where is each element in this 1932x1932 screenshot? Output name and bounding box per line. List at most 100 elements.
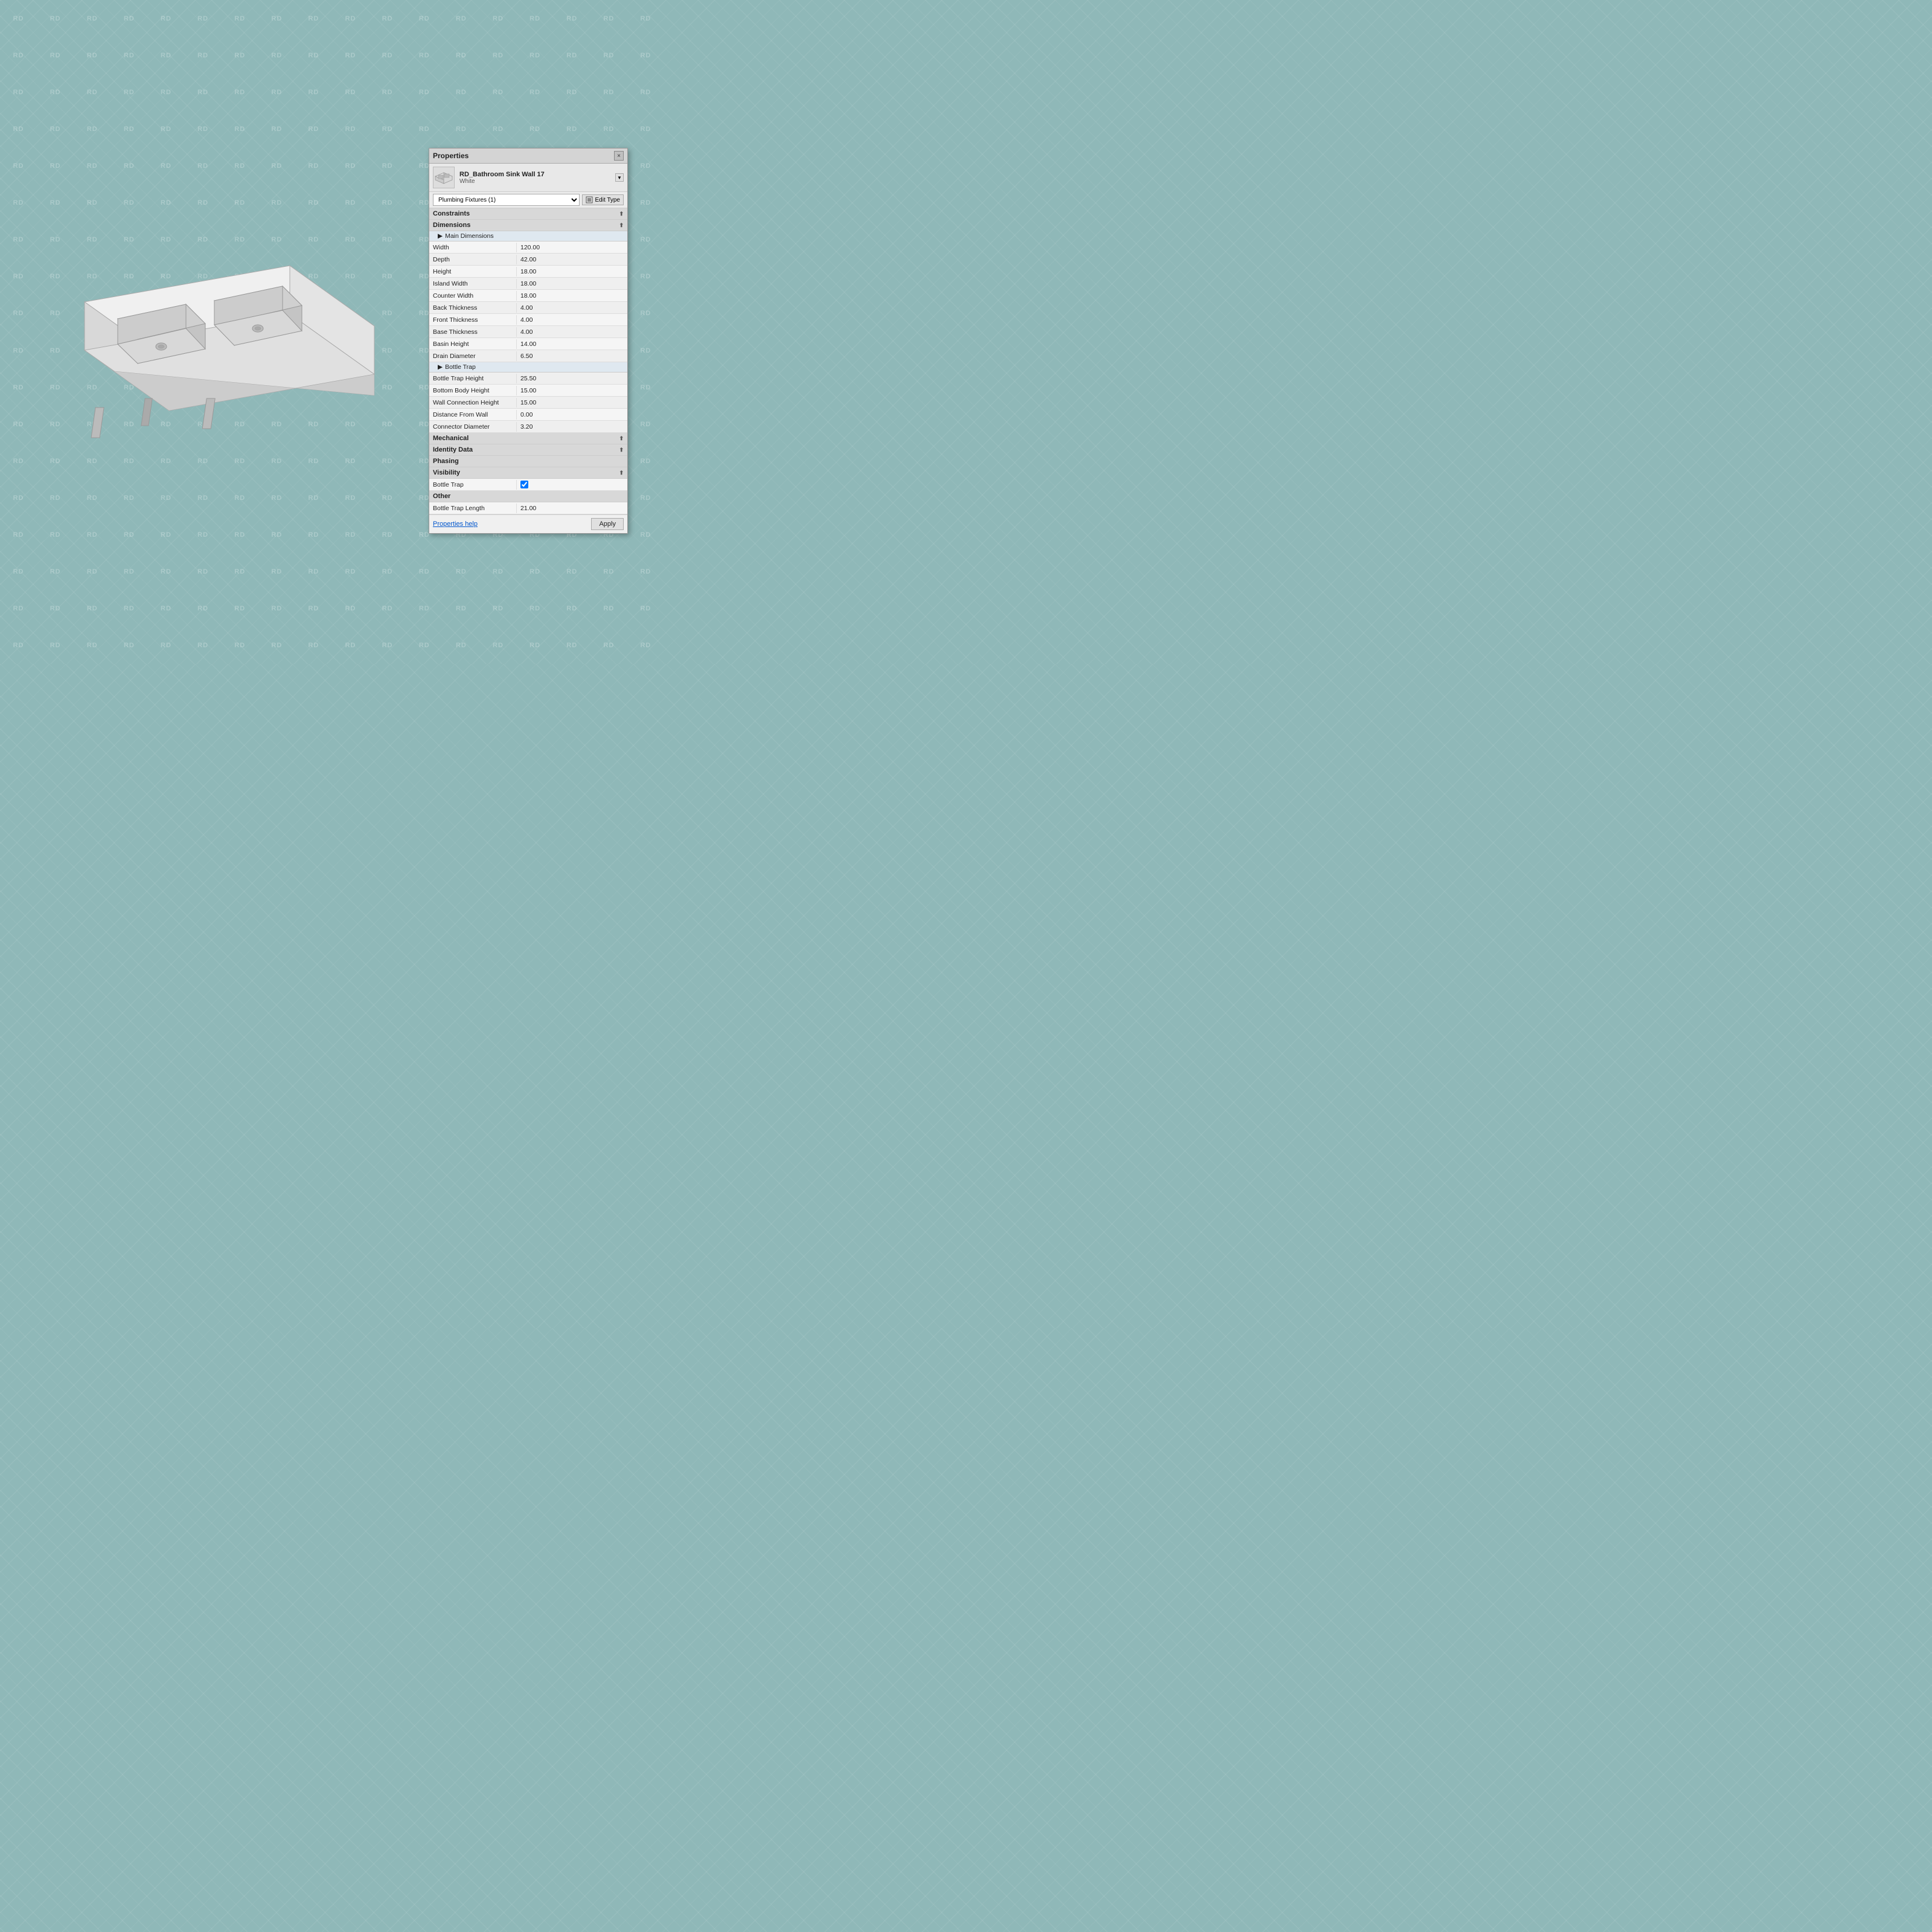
- watermark-cell: RD: [479, 110, 516, 147]
- prop-value-height[interactable]: 18.00: [517, 267, 627, 277]
- watermark-cell: RD: [74, 37, 110, 74]
- prop-value-depth[interactable]: 42.00: [517, 255, 627, 264]
- prop-row-depth: Depth 42.00: [429, 254, 627, 266]
- prop-value-back-thickness[interactable]: 4.00: [517, 303, 627, 313]
- watermark-cell: RD: [554, 554, 590, 590]
- watermark-cell: RD: [0, 185, 37, 222]
- prop-row-front-thickness: Front Thickness 4.00: [429, 314, 627, 326]
- watermark-cell: RD: [222, 554, 258, 590]
- prop-value-island-width[interactable]: 18.00: [517, 279, 627, 289]
- prop-value-bottle-trap-height[interactable]: 25.50: [517, 374, 627, 383]
- section-visibility[interactable]: Visibility ⬆: [429, 467, 627, 479]
- prop-value-base-thickness[interactable]: 4.00: [517, 327, 627, 337]
- properties-help-link[interactable]: Properties help: [433, 520, 478, 528]
- watermark-cell: RD: [406, 37, 443, 74]
- watermark-cell: RD: [406, 0, 443, 37]
- edit-type-button[interactable]: Edit Type: [582, 194, 624, 205]
- section-mechanical[interactable]: Mechanical ⬆: [429, 433, 627, 444]
- watermark-cell: RD: [332, 554, 369, 590]
- prop-value-drain-diameter[interactable]: 6.50: [517, 351, 627, 361]
- watermark-cell: RD: [147, 517, 184, 554]
- watermark-cell: RD: [369, 37, 406, 74]
- prop-row-connector-diameter: Connector Diameter 3.20: [429, 421, 627, 433]
- watermark-cell: RD: [627, 517, 664, 554]
- watermark-cell: RD: [110, 37, 147, 74]
- watermark-cell: RD: [147, 627, 184, 664]
- bottle-trap-group-header[interactable]: ▶ Bottle Trap: [429, 362, 627, 373]
- prop-value-wall-connection-height[interactable]: 15.00: [517, 398, 627, 408]
- bottle-trap-checkbox[interactable]: [520, 481, 528, 488]
- watermark-cell: RD: [258, 110, 295, 147]
- watermark-cell: RD: [110, 627, 147, 664]
- watermark-cell: RD: [295, 37, 332, 74]
- prop-value-basin-height[interactable]: 14.00: [517, 339, 627, 349]
- watermark-cell: RD: [406, 590, 443, 627]
- apply-button[interactable]: Apply: [591, 518, 624, 530]
- visibility-collapse-icon: ⬆: [619, 470, 624, 476]
- watermark-cell: RD: [443, 37, 479, 74]
- watermark-cell: RD: [295, 147, 332, 184]
- watermark-cell: RD: [222, 517, 258, 554]
- sink-illustration: [36, 193, 386, 483]
- prop-row-height: Height 18.00: [429, 266, 627, 278]
- watermark-cell: RD: [147, 554, 184, 590]
- watermark-cell: RD: [590, 74, 627, 110]
- watermark-cell: RD: [369, 110, 406, 147]
- section-phasing[interactable]: Phasing: [429, 456, 627, 467]
- prop-row-wall-connection-height: Wall Connection Height 15.00: [429, 397, 627, 409]
- prop-row-bottle-trap-height: Bottle Trap Height 25.50: [429, 373, 627, 385]
- watermark-cell: RD: [222, 74, 258, 110]
- prop-value-bottom-body-height[interactable]: 15.00: [517, 386, 627, 395]
- watermark-cell: RD: [517, 0, 554, 37]
- watermark-cell: RD: [627, 222, 664, 258]
- prop-value-connector-diameter[interactable]: 3.20: [517, 422, 627, 432]
- watermark-cell: RD: [554, 627, 590, 664]
- watermark-cell: RD: [37, 110, 74, 147]
- panel-item-info: RD_Bathroom Sink Wall 17 White: [459, 171, 610, 185]
- watermark-cell: RD: [37, 0, 74, 37]
- panel-bottom: Properties help Apply: [429, 514, 627, 533]
- prop-row-basin-height: Basin Height 14.00: [429, 338, 627, 350]
- prop-value-distance-from-wall[interactable]: 0.00: [517, 410, 627, 420]
- prop-row-width: Width 120.00: [429, 242, 627, 254]
- watermark-cell: RD: [37, 517, 74, 554]
- section-dimensions[interactable]: Dimensions ⬆: [429, 220, 627, 231]
- prop-label-front-thickness: Front Thickness: [429, 315, 517, 325]
- watermark-cell: RD: [185, 627, 222, 664]
- prop-value-counter-width[interactable]: 18.00: [517, 291, 627, 301]
- prop-value-width[interactable]: 120.00: [517, 243, 627, 252]
- panel-close-button[interactable]: ×: [614, 151, 624, 161]
- section-other[interactable]: Other: [429, 491, 627, 502]
- watermark-cell: RD: [74, 110, 110, 147]
- identity-collapse-icon: ⬆: [619, 447, 624, 453]
- section-identity-data[interactable]: Identity Data ⬆: [429, 444, 627, 456]
- prop-value-bottle-trap-length[interactable]: 21.00: [517, 504, 627, 513]
- watermark-cell: RD: [147, 147, 184, 184]
- panel-dropdown-button[interactable]: ▼: [615, 173, 624, 182]
- watermark-cell: RD: [258, 554, 295, 590]
- watermark-cell: RD: [185, 590, 222, 627]
- watermark-cell: RD: [517, 590, 554, 627]
- watermark-cell: RD: [406, 554, 443, 590]
- section-constraints[interactable]: Constraints ⬆: [429, 208, 627, 220]
- watermark-cell: RD: [295, 479, 332, 516]
- watermark-cell: RD: [0, 406, 37, 443]
- watermark-cell: RD: [332, 110, 369, 147]
- triangle-icon: ▶: [438, 232, 443, 240]
- prop-value-front-thickness[interactable]: 4.00: [517, 315, 627, 325]
- watermark-cell: RD: [0, 369, 37, 406]
- dimensions-label: Dimensions: [433, 222, 470, 229]
- watermark-cell: RD: [369, 590, 406, 627]
- watermark-cell: RD: [443, 554, 479, 590]
- watermark-cell: RD: [369, 517, 406, 554]
- prop-label-connector-diameter: Connector Diameter: [429, 422, 517, 432]
- prop-label-width: Width: [429, 243, 517, 252]
- subsection-main-dimensions[interactable]: ▶ Main Dimensions: [429, 231, 627, 242]
- prop-value-visibility-bottle-trap[interactable]: [517, 479, 532, 490]
- watermark-cell: RD: [517, 110, 554, 147]
- category-selector[interactable]: Plumbing Fixtures (1): [433, 194, 580, 206]
- watermark-cell: RD: [37, 554, 74, 590]
- watermark-cell: RD: [627, 37, 664, 74]
- watermark-cell: RD: [627, 627, 664, 664]
- watermark-cell: RD: [222, 110, 258, 147]
